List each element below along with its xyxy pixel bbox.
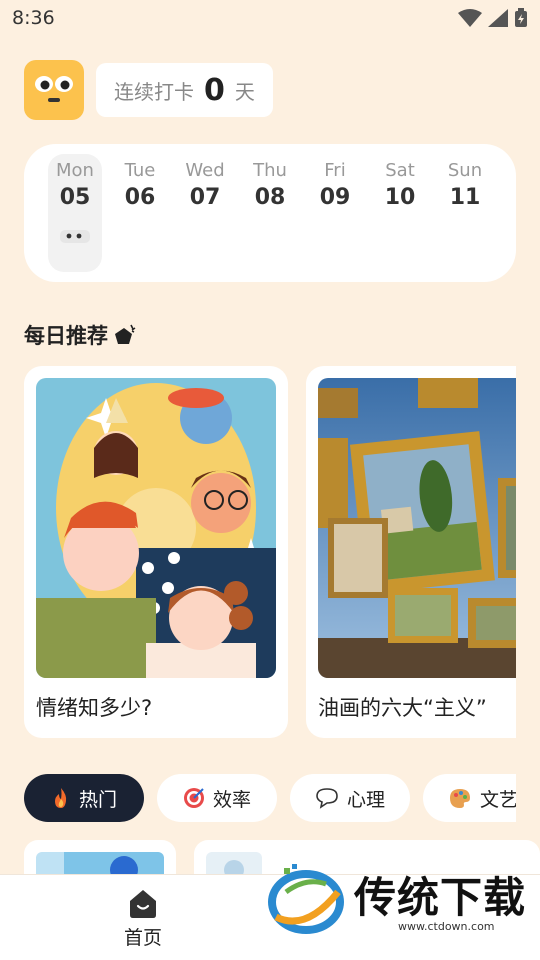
week-day-mon[interactable]: Mon 05 [48, 154, 102, 272]
chip-efficiency[interactable]: 效率 [157, 774, 277, 822]
day-number: 10 [384, 185, 416, 210]
header: 连续打卡 0 天 [24, 60, 273, 120]
week-day-fri[interactable]: Fri 09 [308, 154, 362, 272]
chip-psychology[interactable]: 心理 [290, 774, 410, 822]
day-number: 06 [124, 185, 156, 210]
wifi-icon [458, 9, 482, 27]
recommend-card-oil-painting[interactable]: 油画的六大“主义” [306, 366, 516, 738]
speech-bubble-icon [316, 788, 338, 809]
daily-recommend-title: 每日推荐 [24, 320, 138, 350]
status-bar: 8:36 [0, 0, 540, 36]
streak-unit: 天 [234, 79, 255, 104]
chip-label: 热门 [78, 788, 117, 811]
recommend-carousel[interactable]: 情绪知多少? 油画的六大“主义” [24, 366, 516, 738]
chip-label: 效率 [212, 788, 251, 811]
day-name: Sat [385, 160, 415, 181]
target-icon [183, 788, 204, 808]
tab-home-label: 首页 [123, 927, 162, 949]
recommend-card-emotions[interactable]: 情绪知多少? [24, 366, 288, 738]
day-name: Mon [56, 160, 94, 181]
watermark-url: www.ctdown.com [398, 920, 495, 933]
chip-hot[interactable]: 热门 [24, 774, 144, 822]
signal-icon [488, 9, 508, 27]
sleepy-face-icon [60, 230, 90, 243]
chip-label: 文艺 [479, 788, 516, 811]
week-day-tue[interactable]: Tue 06 [113, 154, 167, 272]
section-title-text: 每日推荐 [24, 324, 108, 348]
home-icon [130, 890, 156, 918]
day-name: Fri [324, 160, 346, 181]
day-number: 09 [319, 185, 351, 210]
week-calendar: Mon 05 Tue 06 Wed 07 Thu 08 Fri 09 Sat 1… [24, 144, 516, 282]
day-number: 07 [189, 185, 221, 210]
card-illustration-people [36, 378, 276, 678]
day-name: Sun [447, 160, 483, 181]
chip-arts[interactable]: 文艺 [423, 774, 516, 822]
watermark-logo-icon [268, 864, 344, 934]
status-time: 8:36 [12, 7, 55, 29]
chip-label: 心理 [346, 788, 385, 811]
card-illustration-frames [318, 378, 516, 678]
week-day-wed[interactable]: Wed 07 [178, 154, 232, 272]
card-title: 情绪知多少? [36, 696, 153, 720]
streak-count: 0 [204, 72, 225, 108]
category-chips: 热门 效率 心理 文艺 [24, 774, 516, 822]
week-day-thu[interactable]: Thu 08 [243, 154, 297, 272]
battery-icon [515, 8, 527, 27]
watermark-text: 传统下载 [354, 873, 527, 922]
status-icons [458, 8, 528, 28]
day-number: 08 [254, 185, 286, 210]
day-name: Wed [185, 160, 225, 181]
crown-sparkle-icon [115, 324, 136, 344]
day-name: Tue [124, 160, 156, 181]
avatar[interactable] [24, 60, 84, 120]
mascot-face-icon [35, 76, 73, 102]
fire-icon [54, 788, 67, 808]
streak-label: 连续打卡 [114, 79, 194, 104]
day-name: Thu [253, 160, 287, 181]
day-number: 05 [59, 185, 91, 210]
watermark: 传统下载 www.ctdown.com [266, 862, 525, 940]
tab-home[interactable]: 首页 [108, 887, 178, 950]
week-day-sun[interactable]: Sun 11 [438, 154, 492, 272]
palette-icon [449, 789, 470, 808]
card-title: 油画的六大“主义” [318, 696, 487, 720]
streak-box: 连续打卡 0 天 [96, 63, 273, 117]
week-day-sat[interactable]: Sat 10 [373, 154, 427, 272]
day-number: 11 [449, 185, 481, 210]
